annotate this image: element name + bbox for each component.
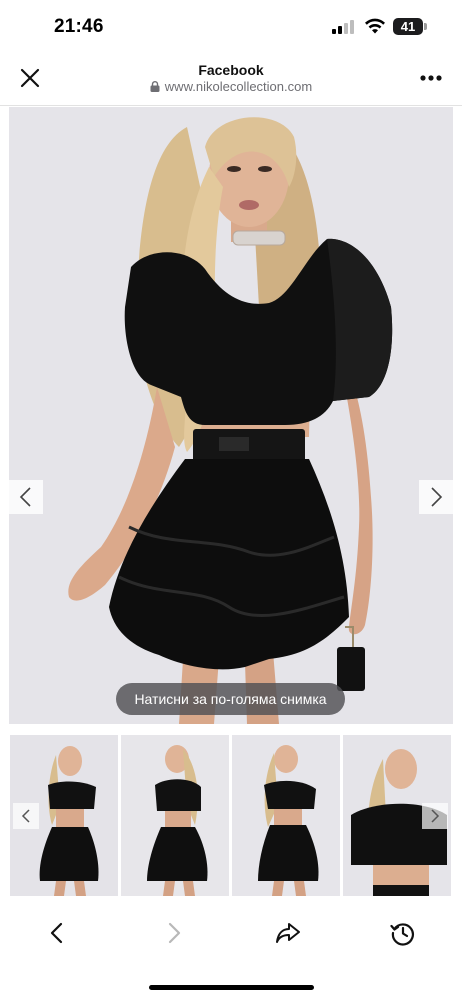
history-icon (390, 923, 414, 946)
more-options-button[interactable] (418, 68, 444, 88)
home-indicator[interactable] (149, 985, 314, 990)
battery-icon: 41 (393, 18, 423, 35)
wifi-icon (365, 18, 385, 34)
chevron-right-icon (431, 809, 440, 823)
thumbnail-image (232, 735, 340, 896)
back-button[interactable] (41, 917, 73, 949)
cellular-signal-icon (332, 20, 356, 34)
url-text: www.nikolecollection.com (164, 79, 313, 94)
browser-header: Facebook www.nikolecollection.com (0, 54, 462, 106)
thumbnail-prev-button[interactable] (13, 803, 39, 829)
chevron-left-icon (21, 809, 30, 823)
share-icon (276, 923, 300, 943)
forward-arrow-icon (168, 922, 181, 944)
history-button[interactable] (387, 917, 419, 949)
thumbnail-next-button[interactable] (422, 803, 448, 829)
battery-tip (424, 23, 427, 30)
chevron-left-icon (19, 487, 31, 507)
enlarge-image-button[interactable]: Натисни за по-голяма снимка (116, 683, 345, 715)
share-button[interactable] (272, 917, 304, 949)
browser-page: 21:46 41 Facebook www.nikolecollection.c… (0, 0, 462, 999)
url-display[interactable]: www.nikolecollection.com (0, 79, 462, 94)
thumbnail-3[interactable] (232, 735, 340, 896)
thumbnail-2[interactable] (121, 735, 229, 896)
more-dots-icon (420, 75, 442, 81)
status-time: 21:46 (54, 16, 104, 37)
thumbnail-image (121, 735, 229, 896)
thumbnail-strip (0, 735, 462, 896)
forward-button[interactable] (158, 917, 190, 949)
back-arrow-icon (50, 922, 63, 944)
model-photo (9, 107, 453, 724)
next-image-button[interactable] (419, 480, 453, 514)
chevron-right-icon (431, 487, 443, 507)
status-bar: 21:46 41 (0, 0, 462, 54)
page-title: Facebook (198, 62, 264, 78)
main-product-image[interactable]: Натисни за по-голяма снимка (9, 107, 453, 724)
prev-image-button[interactable] (9, 480, 43, 514)
lock-icon (150, 81, 160, 92)
browser-toolbar (0, 905, 462, 965)
